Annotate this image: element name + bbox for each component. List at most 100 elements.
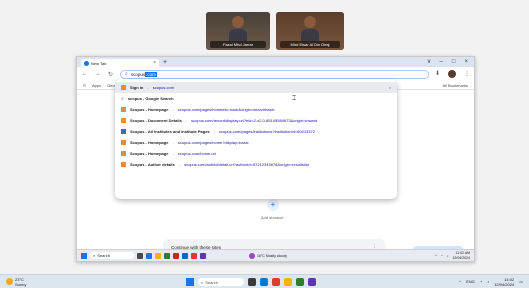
add-shortcut-button[interactable]: +	[267, 199, 279, 211]
remote-tray: ^ ◔ ♪ 11:02 AM 12/04/2024	[435, 251, 470, 261]
wifi-icon[interactable]: ◔	[441, 254, 443, 258]
weather-desc: Mostly cloudy	[265, 253, 288, 258]
taskbar-search-label: Search	[97, 253, 110, 258]
weather-icon	[249, 252, 255, 259]
volume-icon[interactable]: ♪	[487, 279, 489, 284]
chrome-icon[interactable]	[272, 278, 280, 286]
chevron-up-icon[interactable]: ^	[459, 279, 461, 284]
chrome-icon[interactable]	[191, 252, 197, 259]
person-head	[304, 16, 316, 28]
address-typed: scopus	[130, 71, 146, 77]
tab-bar: New Tab × + v – □ ×	[77, 57, 474, 67]
suggestion-item[interactable]: ⌕ scopus - Google Search	[115, 93, 397, 104]
suggestion-item[interactable]: Scopus - All Institutes and Institute Pa…	[115, 126, 397, 137]
explorer-icon[interactable]	[284, 278, 292, 286]
download-icon[interactable]: ⬇	[435, 70, 440, 78]
excel-icon[interactable]	[164, 252, 170, 259]
person-head	[232, 16, 244, 28]
chevron-up-icon[interactable]: ^	[435, 254, 437, 258]
tab-new-tab[interactable]: New Tab ×	[81, 59, 159, 67]
suggestion-item[interactable]: Scopus - Homepage - scopus.com/pages/home#…	[115, 104, 397, 115]
menu-icon[interactable]: ⋮	[464, 70, 470, 78]
all-bookmarks[interactable]: All Bookmarks	[442, 83, 468, 88]
edge-icon[interactable]	[260, 278, 268, 286]
suggestion-item[interactable]: Scopus - Document Details - scopus.com/rec…	[115, 115, 397, 126]
remote-taskbar: ⌕ Search 16°C Mostly cloudy ^ ◔ ♪ 11:02 …	[77, 249, 474, 261]
remote-weather[interactable]: 16°C Mostly cloudy	[249, 252, 288, 259]
wifi-icon[interactable]: ◔	[480, 279, 482, 284]
suggestion-item[interactable]: Scopus - Homepage - scopus.com/home.uri	[115, 148, 397, 159]
windows-start-icon[interactable]	[186, 278, 194, 286]
bookmark-apps[interactable]: Apps	[92, 83, 101, 88]
person-torso	[229, 29, 247, 41]
reload-icon[interactable]: ↻	[107, 71, 114, 78]
omnibox-suggestions: Sign in - scopus.com × ⌕ scopus - Google Sear…	[115, 79, 397, 199]
suggestion-title: Scopus - All Institutes and Institute Pa…	[130, 129, 210, 134]
participant-name: Mhd Eisar Al Din Diraj	[280, 41, 340, 48]
edge-icon[interactable]	[146, 252, 152, 259]
explorer-icon[interactable]	[155, 252, 161, 259]
tab-title: New Tab	[91, 60, 107, 66]
taskbar-search[interactable]: ⌕ Search	[90, 252, 134, 259]
sun-icon	[6, 278, 13, 285]
pdf-icon[interactable]	[173, 252, 179, 259]
taskbar-apps: ⌕ Search	[186, 278, 316, 286]
host-taskbar-search[interactable]: ⌕ Search	[198, 278, 244, 286]
host-weather[interactable]: 23°C Sunny	[6, 277, 26, 287]
meet-icon[interactable]	[296, 278, 304, 286]
notification-icon[interactable]: ▭	[519, 279, 523, 284]
address-autocomplete: .com	[145, 71, 157, 77]
close-window-button[interactable]: ×	[464, 59, 468, 65]
suggestion-item[interactable]: Scopus - Author details - scopus.com/authi…	[115, 159, 397, 170]
volume-icon[interactable]: ♪	[447, 254, 449, 258]
windows-start-icon[interactable]	[81, 252, 87, 259]
address-text[interactable]: scopus.com	[130, 71, 157, 77]
close-tab-icon[interactable]: ×	[153, 60, 156, 66]
suggestion-item[interactable]: Scopus - Homepage - scopus.com/pages/home?…	[115, 137, 397, 148]
suggestion-separator: -	[178, 162, 181, 167]
site-favicon-icon	[121, 107, 126, 112]
profile-avatar[interactable]	[448, 70, 456, 78]
remote-date: 12/04/2024	[452, 255, 470, 260]
apps-icon[interactable]: ⠿	[83, 83, 86, 88]
search-icon: ⌕	[93, 253, 96, 258]
forward-icon[interactable]: →	[94, 71, 101, 77]
participant-name: Fazal Mhd Jarrar	[210, 41, 266, 48]
remove-suggestion-icon[interactable]: ×	[389, 85, 391, 90]
host-taskbar: 23°C Sunny ⌕ Search ^ ENG ◔ ♪ 14:02 12/0…	[0, 274, 529, 288]
new-tab-button[interactable]: +	[163, 59, 167, 66]
word-icon[interactable]	[182, 252, 188, 259]
suggestion-title: Scopus - Homepage	[130, 151, 169, 156]
person-torso	[301, 29, 319, 41]
suggestion-url: scopus.com/record/display.uri?eid=2-s2.0…	[191, 118, 318, 123]
suggestion-separator: -	[185, 118, 188, 123]
minimize-button[interactable]: –	[440, 59, 443, 65]
tab-search-button[interactable]: v	[428, 59, 431, 65]
suggestion-item[interactable]: Sign in - scopus.com ×	[115, 82, 397, 93]
search-icon: ⌕	[125, 71, 128, 77]
taskview-icon[interactable]	[248, 278, 256, 286]
suggestion-separator: -	[172, 140, 174, 145]
address-bar[interactable]: ⌕ scopus.com	[120, 69, 429, 79]
search-icon: ⌕	[201, 279, 204, 285]
taskview-icon[interactable]	[137, 252, 143, 259]
host-weather-desc: Sunny	[15, 281, 27, 287]
teams-icon[interactable]	[200, 252, 206, 259]
suggestion-title: Scopus - Homepage	[130, 140, 169, 145]
back-icon[interactable]: ←	[81, 71, 88, 77]
site-favicon-icon	[121, 151, 126, 156]
weather-temp: 16°C	[257, 253, 265, 258]
participant-tile[interactable]: Mhd Eisar Al Din Diraj	[276, 12, 344, 50]
suggestion-separator: -	[172, 107, 174, 112]
suggestion-url: scopus.com/authid/detail.uri?authorId=57…	[184, 162, 309, 167]
suggestion-url: scopus.com	[152, 85, 175, 90]
maximize-button[interactable]: □	[452, 59, 456, 65]
suggestion-title: Scopus - Author details	[130, 162, 175, 167]
participant-tile[interactable]: Fazal Mhd Jarrar	[206, 12, 270, 50]
suggestion-url: scopus.com/pages/home?display=basic	[177, 140, 249, 145]
language-indicator[interactable]: ENG	[466, 279, 475, 284]
suggestion-separator: -	[172, 151, 174, 156]
chrome-icon	[84, 60, 89, 66]
teams-icon[interactable]	[308, 278, 316, 286]
suggestion-title: Scopus - Document Details	[130, 118, 182, 123]
